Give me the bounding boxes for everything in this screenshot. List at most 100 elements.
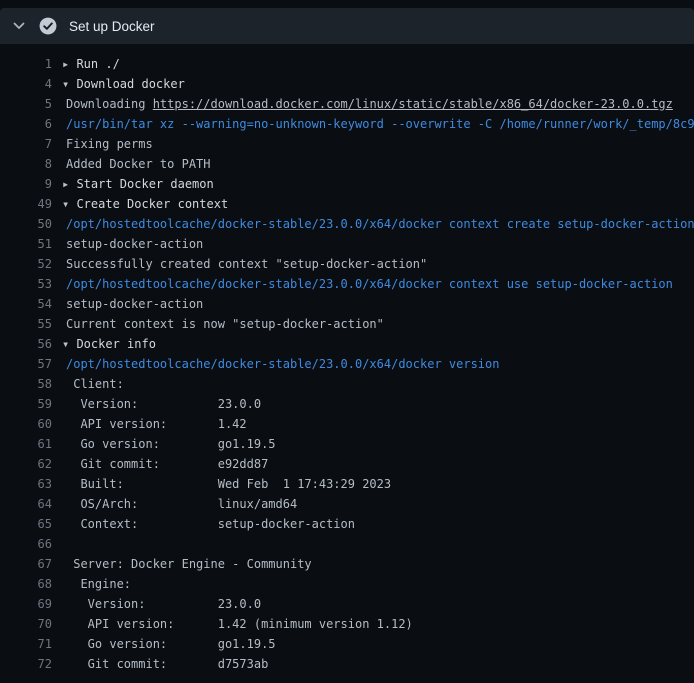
log-group-line: 9 ▸ Start Docker daemon bbox=[0, 174, 694, 194]
log-line-number[interactable]: 50 bbox=[0, 214, 52, 234]
log-line: 62 Git commit: e92dd87 bbox=[0, 454, 694, 474]
log-line-content: Version: 23.0.0 bbox=[62, 594, 261, 614]
triangle-expanded-icon: ▾ bbox=[62, 77, 69, 91]
log-line: 51 setup-docker-action bbox=[0, 234, 694, 254]
log-line: 52 Successfully created context "setup-do… bbox=[0, 254, 694, 274]
step-title: Set up Docker bbox=[69, 19, 155, 34]
log-line: 54 setup-docker-action bbox=[0, 294, 694, 314]
chevron-down-icon[interactable] bbox=[13, 22, 25, 30]
log-line-content: Go version: go1.19.5 bbox=[62, 434, 276, 454]
log-line-content: Go version: go1.19.5 bbox=[62, 634, 276, 654]
log-lines: 1 ▸ Run ./ 4 ▾ Download docker 5 Downloading … bbox=[0, 44, 694, 683]
log-group-line: 49 ▾ Create Docker context bbox=[0, 194, 694, 214]
log-line: 57/opt/hostedtoolcache/docker-stable/23.… bbox=[0, 354, 694, 374]
log-line-number[interactable]: 55 bbox=[0, 314, 52, 334]
log-line-content: Successfully created context "setup-dock… bbox=[62, 254, 427, 274]
log-line-number[interactable]: 72 bbox=[0, 654, 52, 674]
log-line: 7 Fixing perms bbox=[0, 134, 694, 154]
log-line-number[interactable]: 64 bbox=[0, 494, 52, 514]
log-line-number[interactable]: 49 bbox=[0, 194, 52, 214]
log-line: 60 API version: 1.42 bbox=[0, 414, 694, 434]
log-line-content: Built: Wed Feb 1 17:43:29 2023 bbox=[62, 474, 391, 494]
log-line: 67 Server: Docker Engine - Community bbox=[0, 554, 694, 574]
log-line-number[interactable]: 56 bbox=[0, 334, 52, 354]
log-line: 71 Go version: go1.19.5 bbox=[0, 634, 694, 654]
log-line: 6/usr/bin/tar xz --warning=no-unknown-ke… bbox=[0, 114, 694, 134]
log-line-content: Server: Docker Engine - Community bbox=[62, 554, 312, 574]
log-line-number[interactable]: 67 bbox=[0, 554, 52, 574]
log-line-number[interactable]: 51 bbox=[0, 234, 52, 254]
log-line-number[interactable]: 53 bbox=[0, 274, 52, 294]
log-line-content: Current context is now "setup-docker-act… bbox=[62, 314, 384, 334]
log-line-number[interactable]: 54 bbox=[0, 294, 52, 314]
log-line-number[interactable]: 65 bbox=[0, 514, 52, 534]
triangle-expanded-icon: ▾ bbox=[62, 337, 69, 351]
log-line-number[interactable]: 70 bbox=[0, 614, 52, 634]
log-line-number[interactable]: 6 bbox=[0, 114, 52, 134]
log-line-content[interactable]: ▾ Create Docker context bbox=[62, 194, 228, 214]
log-line: 68 Engine: bbox=[0, 574, 694, 594]
log-line-number[interactable]: 8 bbox=[0, 154, 52, 174]
log-line-content: /opt/hostedtoolcache/docker-stable/23.0.… bbox=[62, 214, 694, 234]
log-line: 64 OS/Arch: linux/amd64 bbox=[0, 494, 694, 514]
log-line-number[interactable]: 62 bbox=[0, 454, 52, 474]
log-line-number[interactable]: 63 bbox=[0, 474, 52, 494]
log-line-content[interactable]: ▾ Download docker bbox=[62, 74, 185, 94]
log-group-line: 56 ▾ Docker info bbox=[0, 334, 694, 354]
log-line: 5 Downloading https://download.docker.com… bbox=[0, 94, 694, 114]
log-line: 69 Version: 23.0.0 bbox=[0, 594, 694, 614]
log-line-content[interactable]: ▸ Start Docker daemon bbox=[62, 174, 214, 194]
log-line-content: setup-docker-action bbox=[62, 294, 203, 314]
log-line-number[interactable]: 66 bbox=[0, 534, 52, 554]
log-line-number[interactable]: 59 bbox=[0, 394, 52, 414]
log-line-content: Fixing perms bbox=[62, 134, 153, 154]
log-line-number[interactable]: 58 bbox=[0, 374, 52, 394]
log-line-content: /opt/hostedtoolcache/docker-stable/23.0.… bbox=[62, 274, 673, 294]
log-line-number[interactable]: 57 bbox=[0, 354, 52, 374]
log-line-content: Downloading https://download.docker.com/… bbox=[62, 94, 673, 114]
log-line-content: Client: bbox=[62, 374, 124, 394]
log-line: 53/opt/hostedtoolcache/docker-stable/23.… bbox=[0, 274, 694, 294]
step-header[interactable]: Set up Docker bbox=[0, 8, 694, 44]
log-line-content: API version: 1.42 (minimum version 1.12) bbox=[62, 614, 413, 634]
actions-log-viewer: Set up Docker 1 ▸ Run ./ 4 ▾ Download docke… bbox=[0, 0, 694, 683]
log-line: 65 Context: setup-docker-action bbox=[0, 514, 694, 534]
triangle-collapsed-icon: ▸ bbox=[62, 57, 69, 71]
log-line-number[interactable]: 61 bbox=[0, 434, 52, 454]
log-line-number[interactable]: 69 bbox=[0, 594, 52, 614]
log-line-content: OS/Arch: linux/amd64 bbox=[62, 494, 297, 514]
log-line-number[interactable]: 71 bbox=[0, 634, 52, 654]
log-line: 61 Go version: go1.19.5 bbox=[0, 434, 694, 454]
log-line-number[interactable]: 7 bbox=[0, 134, 52, 154]
log-line: 58 Client: bbox=[0, 374, 694, 394]
log-line-content: /opt/hostedtoolcache/docker-stable/23.0.… bbox=[62, 354, 499, 374]
log-line-content: API version: 1.42 bbox=[62, 414, 247, 434]
log-group-line: 1 ▸ Run ./ bbox=[0, 54, 694, 74]
log-line-number[interactable]: 68 bbox=[0, 574, 52, 594]
log-line-number[interactable]: 60 bbox=[0, 414, 52, 434]
log-link[interactable]: https://download.docker.com/linux/static… bbox=[153, 97, 673, 111]
log-line-content[interactable]: ▸ Run ./ bbox=[62, 54, 120, 74]
log-line: 50/opt/hostedtoolcache/docker-stable/23.… bbox=[0, 214, 694, 234]
log-line: 63 Built: Wed Feb 1 17:43:29 2023 bbox=[0, 474, 694, 494]
log-line: 70 API version: 1.42 (minimum version 1.… bbox=[0, 614, 694, 634]
log-line-number[interactable]: 9 bbox=[0, 174, 52, 194]
log-line-content: /usr/bin/tar xz --warning=no-unknown-key… bbox=[62, 114, 694, 134]
log-line-content: Git commit: d7573ab bbox=[62, 654, 268, 674]
log-line-content bbox=[62, 534, 66, 554]
log-line: 72 Git commit: d7573ab bbox=[0, 654, 694, 674]
log-line-number[interactable]: 5 bbox=[0, 94, 52, 114]
check-circle-icon bbox=[39, 17, 57, 35]
log-line-number[interactable]: 52 bbox=[0, 254, 52, 274]
log-line-content: Context: setup-docker-action bbox=[62, 514, 355, 534]
log-line-number[interactable]: 4 bbox=[0, 74, 52, 94]
log-line-number[interactable]: 1 bbox=[0, 54, 52, 74]
log-line: 8 Added Docker to PATH bbox=[0, 154, 694, 174]
log-line: 55 Current context is now "setup-docker-a… bbox=[0, 314, 694, 334]
log-line-content[interactable]: ▾ Docker info bbox=[62, 334, 156, 354]
log-line-content: Added Docker to PATH bbox=[62, 154, 211, 174]
log-line-content: Version: 23.0.0 bbox=[62, 394, 261, 414]
triangle-expanded-icon: ▾ bbox=[62, 197, 69, 211]
log-line-content: setup-docker-action bbox=[62, 234, 203, 254]
log-group-line: 4 ▾ Download docker bbox=[0, 74, 694, 94]
